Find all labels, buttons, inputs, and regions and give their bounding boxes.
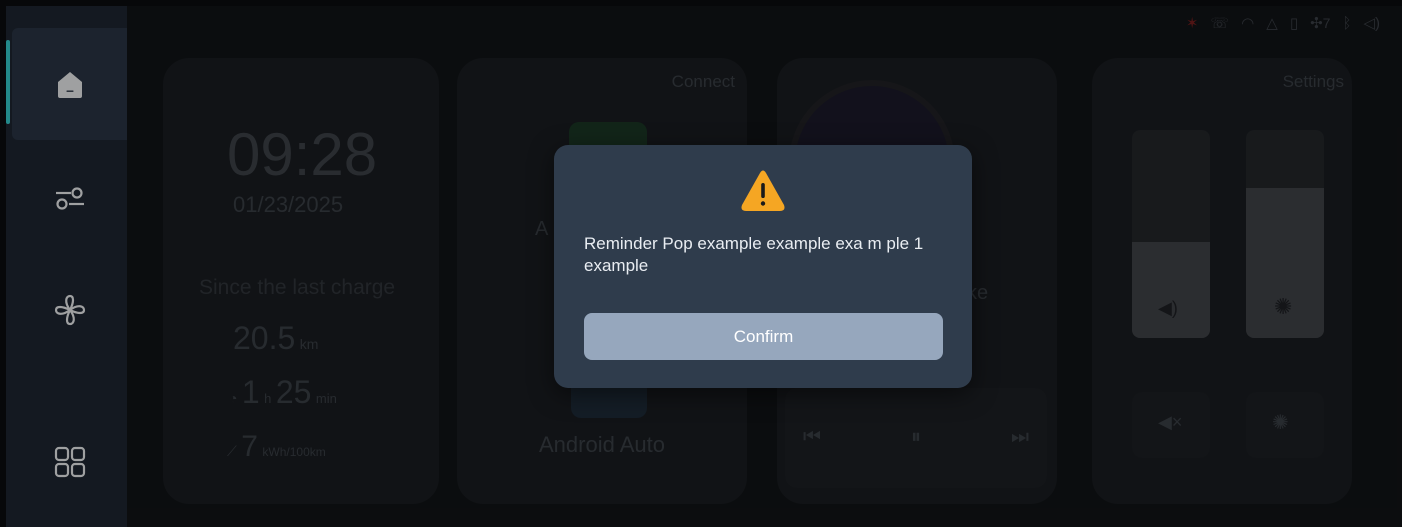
reminder-dialog: Reminder Pop example example exa m ple 1… bbox=[554, 145, 972, 388]
warning-icon bbox=[741, 170, 785, 211]
dialog-message: Reminder Pop example example exa m ple 1… bbox=[584, 234, 924, 275]
confirm-button[interactable]: Confirm bbox=[584, 313, 943, 360]
